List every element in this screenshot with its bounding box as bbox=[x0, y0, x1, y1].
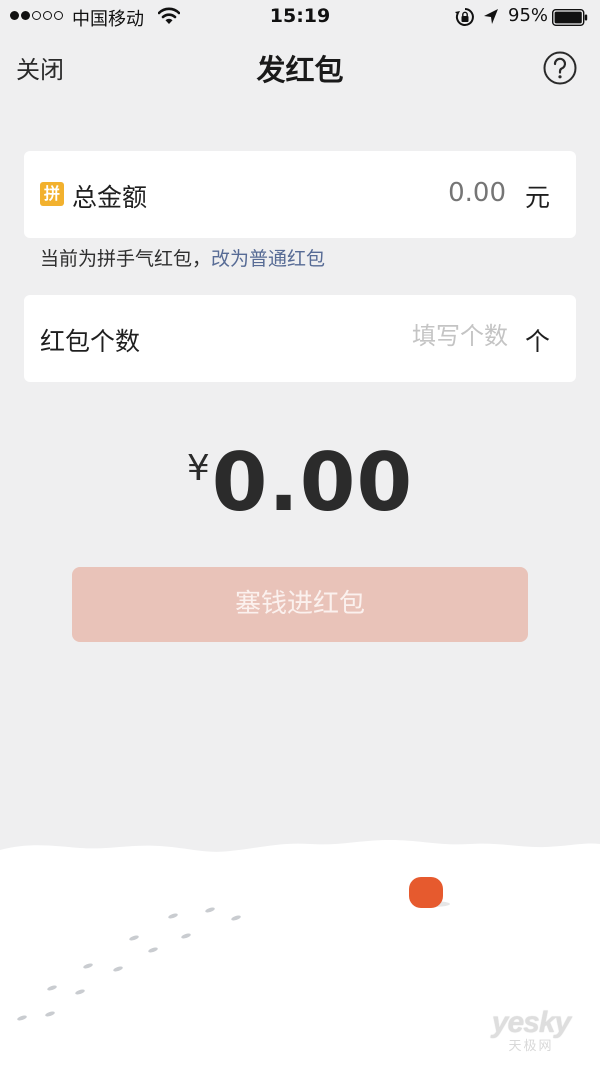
watermark-sub: 天极网 bbox=[508, 1038, 554, 1053]
battery-percentage: 95% bbox=[508, 5, 549, 26]
total-amount-label: 总金额 bbox=[72, 183, 148, 212]
currency-symbol: ¥ bbox=[186, 448, 210, 489]
battery-icon bbox=[552, 9, 588, 26]
total-display: ¥0.00 bbox=[0, 436, 600, 529]
total-amount-input[interactable] bbox=[386, 178, 506, 208]
watermark-main: yesky bbox=[491, 1006, 571, 1039]
packet-count-card: 红包个数 个 bbox=[24, 295, 576, 382]
location-arrow-icon bbox=[484, 9, 498, 24]
total-amount-card: 拼 总金额 元 bbox=[24, 151, 576, 238]
pin-luck-badge: 拼 bbox=[40, 182, 64, 206]
hint-text: 当前为拼手气红包， bbox=[40, 248, 212, 270]
packet-count-input[interactable] bbox=[348, 322, 508, 350]
amount-unit: 元 bbox=[524, 183, 550, 212]
orientation-lock-icon bbox=[455, 8, 474, 26]
packet-type-hint: 当前为拼手气红包，改为普通红包 bbox=[40, 244, 325, 271]
watermark-logo: yesky 天极网 bbox=[476, 1008, 586, 1054]
count-unit: 个 bbox=[524, 327, 550, 356]
switch-to-normal-packet-link[interactable]: 改为普通红包 bbox=[211, 248, 325, 270]
red-lantern-icon bbox=[409, 877, 443, 908]
status-bar: 中国移动 15:19 95% bbox=[0, 0, 600, 34]
packet-count-label: 红包个数 bbox=[40, 327, 141, 356]
page-title: 发红包 bbox=[256, 53, 344, 87]
total-amount-value: 0.00 bbox=[211, 436, 414, 529]
put-money-button[interactable]: 塞钱进红包 bbox=[72, 567, 528, 642]
question-circle-icon[interactable] bbox=[542, 50, 578, 86]
